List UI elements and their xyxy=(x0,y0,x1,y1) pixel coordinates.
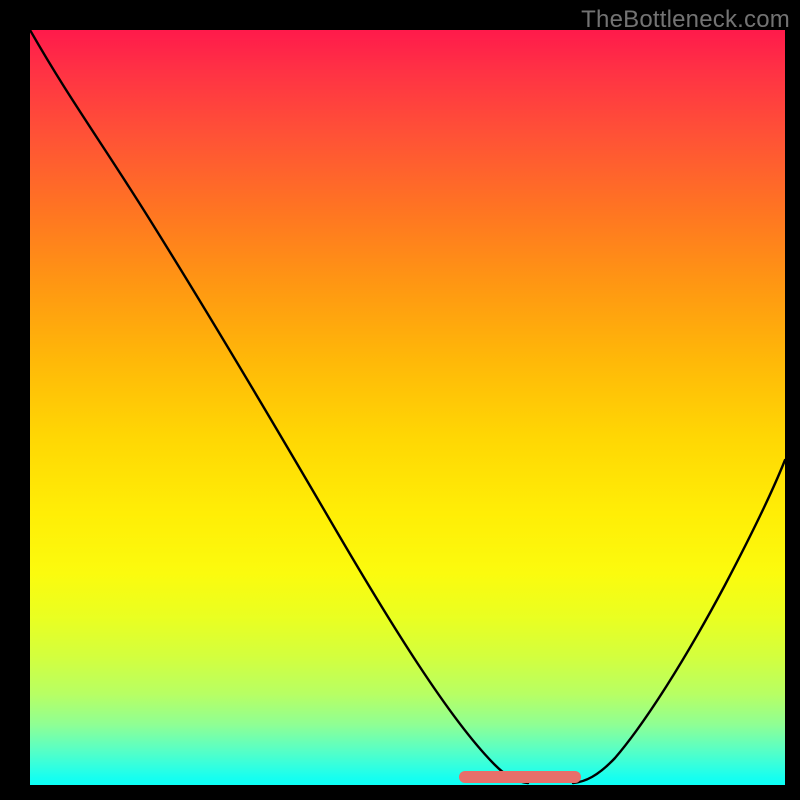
bottleneck-marker xyxy=(459,771,581,783)
chart-container: TheBottleneck.com xyxy=(0,0,800,800)
left-curve xyxy=(30,30,528,783)
right-curve xyxy=(573,460,785,783)
chart-curves xyxy=(30,30,785,785)
plot-area xyxy=(30,30,785,785)
